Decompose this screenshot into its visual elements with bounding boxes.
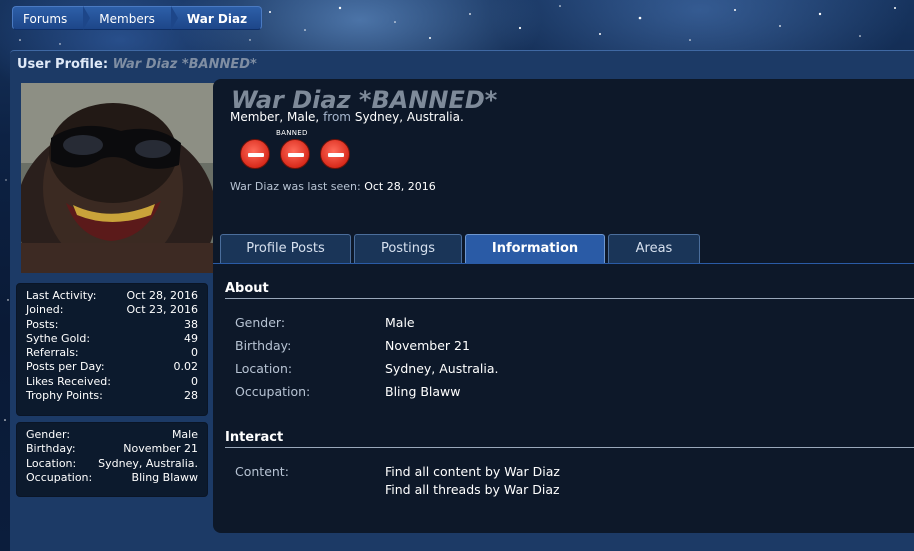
find-all-threads-link[interactable]: Find all threads by War Diaz	[385, 482, 560, 497]
stat-value: 38	[184, 317, 198, 331]
detail-label: Location:	[26, 456, 77, 470]
page-title-username: War Diaz *BANNED*	[112, 57, 257, 72]
detail-label: Birthday:	[26, 442, 76, 456]
member-details-panel: Gender: Male Birthday: November 21 Locatio…	[16, 422, 208, 497]
detail-label: Occupation:	[26, 470, 93, 484]
info-location-link[interactable]: Sydney, Australia.	[385, 361, 499, 376]
detail-row: Occupation: Bling Blaww	[26, 471, 198, 485]
tab-areas[interactable]: Areas	[608, 234, 700, 264]
last-seen-label: War Diaz was last seen:	[230, 180, 361, 193]
stat-row: Joined: Oct 23, 2016	[26, 303, 198, 317]
interact-heading: Interact	[225, 430, 914, 448]
profile-location-link[interactable]: Sydney, Australia.	[355, 110, 464, 124]
stat-row: Referrals: 0	[26, 346, 198, 360]
stat-value: 0	[191, 374, 198, 388]
stat-value: Oct 28, 2016	[126, 289, 199, 302]
info-value: November 21	[385, 338, 470, 353]
stat-row: Last Activity: Oct 28, 2016	[26, 289, 198, 303]
profile-user-title: Member, Male, from Sydney, Australia.	[230, 110, 464, 124]
stat-row: Likes Received: 0	[26, 375, 198, 389]
detail-label: Gender:	[26, 428, 71, 441]
stat-row: Sythe Gold: 49	[26, 332, 198, 346]
tab-underline	[213, 263, 914, 264]
banned-icon[interactable]	[280, 139, 310, 169]
info-value: Bling Blaww	[385, 384, 461, 399]
info-label: Birthday:	[235, 338, 292, 353]
banned-icon[interactable]	[240, 139, 270, 169]
from-word: from	[323, 110, 351, 124]
detail-row: Location: Sydney, Australia.	[26, 457, 198, 471]
detail-row: Gender: Male	[26, 428, 198, 442]
tab-information[interactable]: Information	[465, 234, 605, 264]
stat-value: 49	[184, 331, 198, 345]
stat-value: 0	[191, 346, 198, 360]
tab-postings[interactable]: Postings	[354, 234, 462, 264]
about-heading: About	[225, 281, 914, 299]
stat-row: Posts per Day: 0.02	[26, 360, 198, 374]
last-seen: War Diaz was last seen: Oct 28, 2016	[230, 180, 436, 193]
member-stats-panel: Last Activity: Oct 28, 2016 Joined: Oct 23…	[16, 283, 208, 416]
page-title: User Profile: War Diaz *BANNED*	[17, 57, 257, 72]
breadcrumb-forums[interactable]: Forums	[12, 6, 91, 30]
detail-value: Male	[171, 428, 198, 441]
breadcrumb: Forums Members War Diaz	[12, 6, 263, 30]
breadcrumb-current-user[interactable]: War Diaz	[170, 6, 263, 30]
detail-row: Birthday: November 21	[26, 442, 198, 456]
stat-label: Likes Received:	[26, 374, 111, 388]
trophy-badges: BANNED	[240, 129, 360, 169]
detail-value: November 21	[123, 442, 198, 456]
member-info: Member, Male,	[230, 110, 320, 124]
stat-value: 28	[184, 389, 198, 403]
stat-row: Posts: 38	[26, 318, 198, 332]
page-title-prefix: User Profile:	[17, 57, 109, 72]
stat-label: Last Activity:	[26, 289, 97, 302]
detail-value: Sydney, Australia.	[98, 456, 198, 470]
info-label: Content:	[235, 464, 289, 479]
stat-label: Sythe Gold:	[26, 331, 91, 345]
banned-icon[interactable]	[320, 139, 350, 169]
stat-label: Posts:	[26, 317, 59, 331]
breadcrumb-members[interactable]: Members	[83, 6, 178, 30]
last-seen-date: Oct 28, 2016	[364, 180, 436, 193]
stat-row: Trophy Points: 28	[26, 389, 198, 403]
info-label: Location:	[235, 361, 293, 376]
stat-label: Trophy Points:	[26, 389, 103, 403]
banned-badge-label: BANNED	[276, 129, 308, 137]
find-all-content-link[interactable]: Find all content by War Diaz	[385, 464, 560, 479]
stat-value: 0.02	[173, 360, 199, 374]
stat-label: Referrals:	[26, 346, 79, 360]
stat-value: Oct 23, 2016	[126, 303, 199, 317]
tab-profile-posts[interactable]: Profile Posts	[220, 234, 351, 264]
info-label: Occupation:	[235, 384, 311, 399]
detail-value: Bling Blaww	[131, 470, 198, 484]
avatar[interactable]	[21, 83, 214, 273]
info-value: Male	[385, 315, 415, 330]
stat-label: Joined:	[26, 303, 64, 317]
info-label: Gender:	[235, 315, 286, 330]
avatar-image	[21, 83, 214, 273]
stat-label: Posts per Day:	[26, 360, 105, 374]
